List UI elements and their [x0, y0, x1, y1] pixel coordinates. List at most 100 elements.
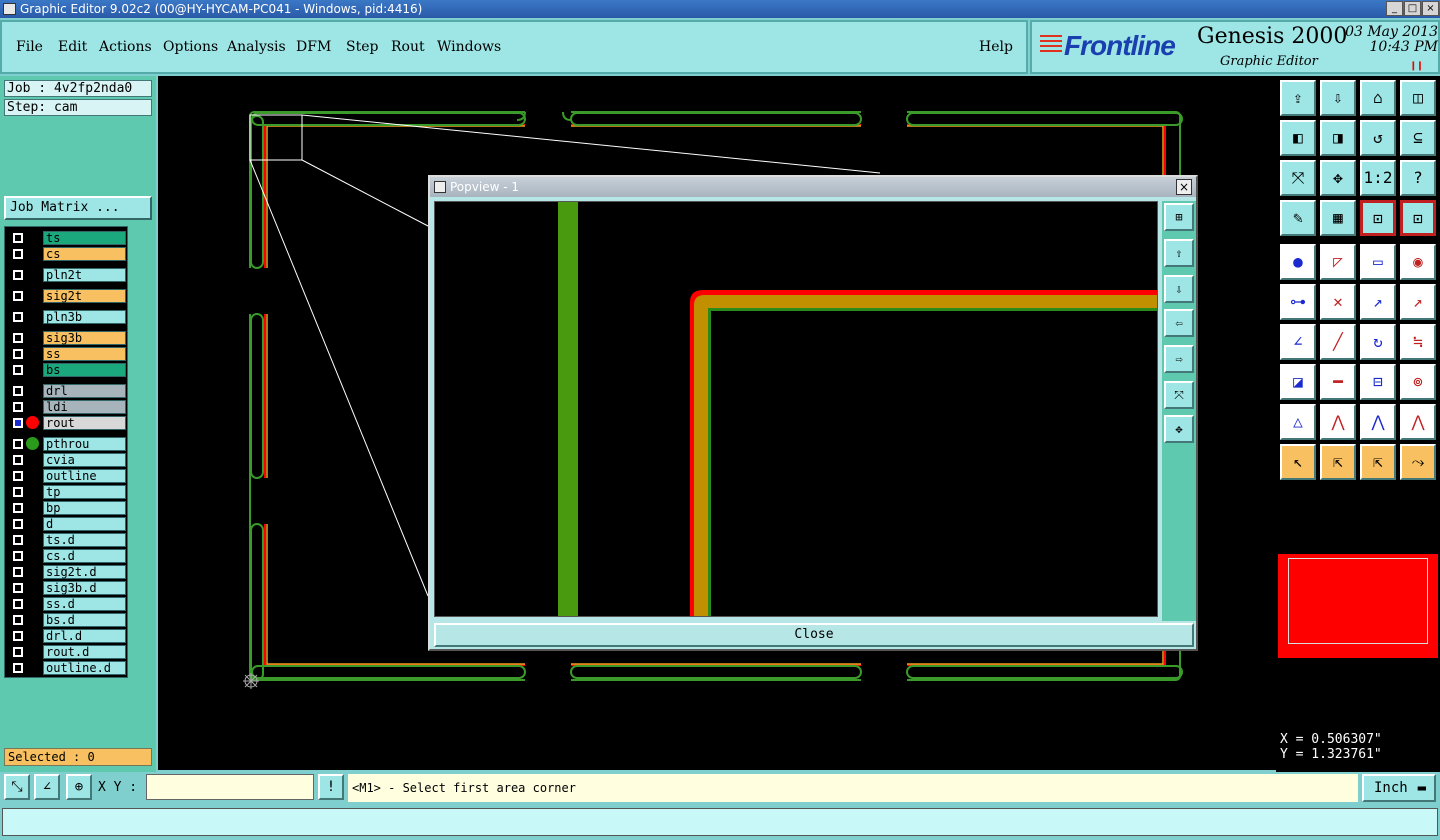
center-icon[interactable]: ✥ [1320, 160, 1356, 196]
menu-edit[interactable]: Edit [58, 39, 87, 55]
pan-left-icon[interactable]: ◧ [1280, 120, 1316, 156]
layer-checkbox[interactable] [13, 455, 23, 465]
layer-row-bp[interactable]: bp [7, 501, 127, 515]
layer-name[interactable]: rout [43, 416, 126, 430]
layer-name[interactable]: ldi [43, 400, 126, 414]
pointer-icon[interactable]: ↖ [1280, 444, 1316, 480]
layer-name[interactable]: bs [43, 363, 126, 377]
menu-actions[interactable]: Actions [99, 39, 152, 55]
layer-checkbox[interactable] [13, 631, 23, 641]
line-draw-icon[interactable]: ◸ [1320, 244, 1356, 280]
snap-icon[interactable]: ⊡ [1360, 200, 1396, 236]
overview-map[interactable] [1278, 554, 1438, 658]
layer-row-d[interactable]: d [7, 517, 127, 531]
arrow-point2-icon[interactable]: ↗ [1400, 284, 1436, 320]
popview-canvas[interactable] [434, 201, 1158, 617]
exclaim-icon[interactable]: ! [318, 774, 344, 800]
layer-row-sig2t-d[interactable]: sig2t.d [7, 565, 127, 579]
layer-row-cs-d[interactable]: cs.d [7, 549, 127, 563]
pointer-box-icon[interactable]: ⇱ [1320, 444, 1356, 480]
layer-checkbox[interactable] [13, 349, 23, 359]
snap-grid-icon[interactable]: ⊕ [66, 774, 92, 800]
layer-row-sig3b-d[interactable]: sig3b.d [7, 581, 127, 595]
popview-down-icon[interactable]: ⇩ [1164, 275, 1194, 303]
popview-zoom-icon[interactable]: ⊞ [1164, 203, 1194, 231]
layer-row-rout[interactable]: rout [7, 416, 127, 430]
triangle-icon[interactable]: △ [1280, 404, 1316, 440]
help-icon[interactable]: ? [1400, 160, 1436, 196]
popview-title-bar[interactable]: Popview - 1 × [430, 177, 1196, 197]
layer-name[interactable]: bs.d [43, 613, 126, 627]
menu-rout[interactable]: Rout [391, 39, 425, 55]
layer-row-outline[interactable]: outline [7, 469, 127, 483]
popview-up-icon[interactable]: ⇧ [1164, 239, 1194, 267]
zoom-diag-icon[interactable]: ⤡ [4, 774, 30, 800]
layer-row-drl-d[interactable]: drl.d [7, 629, 127, 643]
popview-fit-icon[interactable]: ⤧ [1164, 381, 1194, 409]
connect-icon[interactable]: ⊶ [1280, 284, 1316, 320]
layer-checkbox[interactable] [13, 567, 23, 577]
layer-name[interactable]: sig2t.d [43, 565, 126, 579]
layer-row-sig2t[interactable]: sig2t [7, 289, 127, 303]
menu-options[interactable]: Options [163, 39, 218, 55]
scale-1-2-icon[interactable]: 1:2 [1360, 160, 1396, 196]
layer-checkbox[interactable] [13, 503, 23, 513]
menu-dfm[interactable]: DFM [296, 39, 331, 55]
menu-file[interactable]: File [16, 39, 43, 55]
pointer-target-icon[interactable]: ⇱ [1360, 444, 1396, 480]
layer-checkbox[interactable] [13, 519, 23, 529]
layer-checkbox[interactable] [13, 386, 23, 396]
layer-row-pln2t[interactable]: pln2t [7, 268, 127, 282]
layer-checkbox[interactable] [13, 647, 23, 657]
measure-tool-icon[interactable]: ✎ [1280, 200, 1316, 236]
layer-row-cvia[interactable]: cvia [7, 453, 127, 467]
layer-checkbox[interactable] [13, 599, 23, 609]
layer-name[interactable]: d [43, 517, 126, 531]
maximize-button[interactable]: □ [1404, 1, 1421, 16]
arrow-point-icon[interactable]: ↗ [1360, 284, 1396, 320]
ruler-icon[interactable]: ▭ [1360, 244, 1396, 280]
popview-left-icon[interactable]: ⇦ [1164, 309, 1194, 337]
layer-checkbox[interactable] [13, 402, 23, 412]
layer-row-drl[interactable]: drl [7, 384, 127, 398]
select-pad-icon[interactable]: ● [1280, 244, 1316, 280]
flip-icon[interactable]: ≒ [1400, 324, 1436, 360]
layer-checkbox[interactable] [13, 439, 23, 449]
red-line-icon[interactable]: ━ [1320, 364, 1356, 400]
pause-icon[interactable]: ❙❙ [1410, 59, 1423, 72]
layer-checkbox[interactable] [13, 249, 23, 259]
layer-name[interactable]: tp [43, 485, 126, 499]
layer-name[interactable]: drl.d [43, 629, 126, 643]
layer-name[interactable]: drl [43, 384, 126, 398]
layer-checkbox[interactable] [13, 471, 23, 481]
layer-checkbox[interactable] [13, 418, 23, 428]
arc-icon[interactable]: ↻ [1360, 324, 1396, 360]
layer-checkbox[interactable] [13, 333, 23, 343]
layer-name[interactable]: outline [43, 469, 126, 483]
layer-row-ts-d[interactable]: ts.d [7, 533, 127, 547]
triangle-a-icon[interactable]: ⋀ [1320, 404, 1356, 440]
layer-name[interactable]: ss.d [43, 597, 126, 611]
job-matrix-button[interactable]: Job Matrix ... [4, 196, 152, 220]
layer-row-ldi[interactable]: ldi [7, 400, 127, 414]
layer-checkbox[interactable] [13, 551, 23, 561]
fit-icon[interactable]: ⤧ [1280, 160, 1316, 196]
cross-icon[interactable]: ✕ [1320, 284, 1356, 320]
measure-icon[interactable]: ∠ [34, 774, 60, 800]
layer-checkbox[interactable] [13, 312, 23, 322]
layer-row-bs[interactable]: bs [7, 363, 127, 377]
layer-checkbox[interactable] [13, 291, 23, 301]
layer-name[interactable]: sig3b [43, 331, 126, 345]
triangle-b-icon[interactable]: ⋀ [1360, 404, 1396, 440]
layer-checkbox[interactable] [13, 365, 23, 375]
snap-red-icon[interactable]: ⊡ [1400, 200, 1436, 236]
layer-row-pln3b[interactable]: pln3b [7, 310, 127, 324]
layer-row-pthrou[interactable]: pthrou [7, 437, 127, 451]
redraw-icon[interactable]: ⊆ [1400, 120, 1436, 156]
blobs-icon[interactable]: ⊚ [1400, 364, 1436, 400]
menu-step[interactable]: Step [346, 39, 378, 55]
layer-checkbox[interactable] [13, 487, 23, 497]
layer-checkbox[interactable] [13, 270, 23, 280]
layer-checkbox[interactable] [13, 535, 23, 545]
layer-name[interactable]: outline.d [43, 661, 126, 675]
